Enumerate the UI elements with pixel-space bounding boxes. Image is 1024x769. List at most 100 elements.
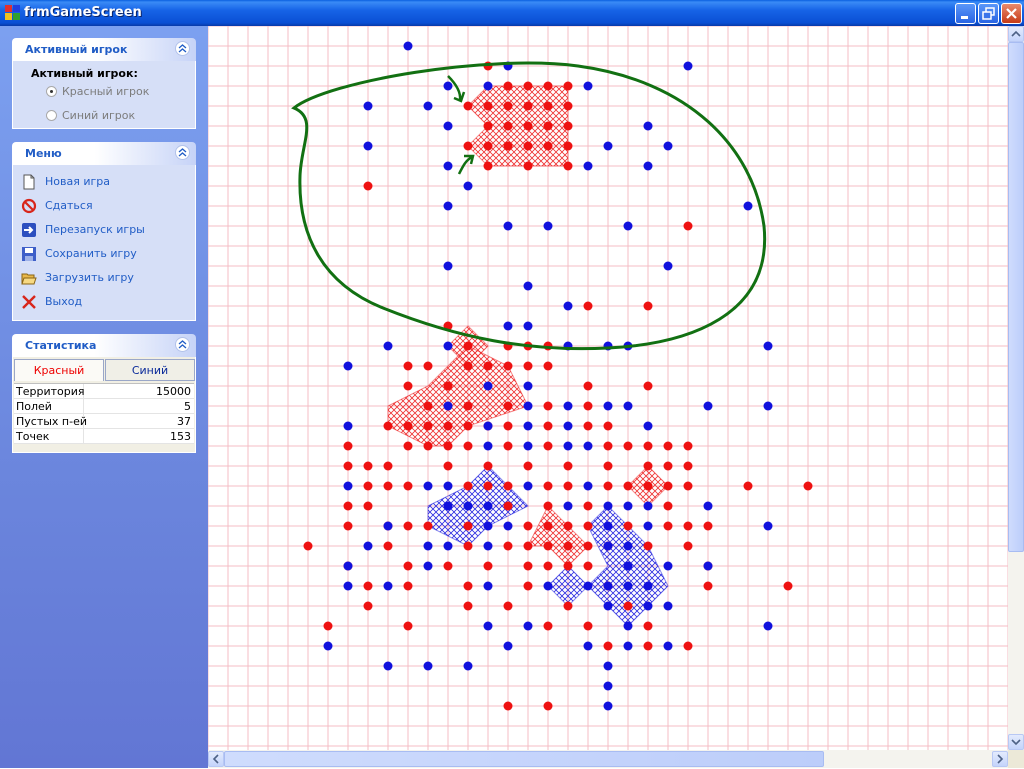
red-point	[643, 461, 653, 471]
scroll-up-button[interactable]	[1008, 26, 1024, 42]
scroll-left-button[interactable]	[208, 751, 224, 767]
red-point	[563, 541, 573, 551]
restore-button[interactable]	[978, 3, 999, 24]
red-point	[463, 141, 473, 151]
blue-point	[763, 621, 773, 631]
red-point	[583, 421, 593, 431]
red-point	[483, 121, 493, 131]
menu-group-header[interactable]: Меню	[12, 142, 196, 165]
red-point	[543, 101, 553, 111]
minimize-button[interactable]	[955, 3, 976, 24]
statistics-group-title: Статистика	[25, 339, 97, 352]
blue-point	[563, 401, 573, 411]
collapse-chevron-icon[interactable]	[175, 145, 190, 160]
menu-restart[interactable]: Перезапуск игры	[19, 221, 191, 239]
collapse-chevron-icon[interactable]	[175, 337, 190, 352]
board-canvas[interactable]	[208, 26, 1008, 750]
horizontal-scroll-thumb[interactable]	[224, 751, 824, 767]
blue-point	[603, 541, 613, 551]
game-board[interactable]	[208, 26, 1008, 750]
blue-point	[503, 321, 513, 331]
close-button[interactable]	[1001, 3, 1022, 24]
scroll-down-button[interactable]	[1008, 734, 1024, 750]
red-point	[523, 101, 533, 111]
red-point	[583, 301, 593, 311]
blue-point	[383, 341, 393, 351]
red-point	[643, 541, 653, 551]
annotation-arrow-bottom	[457, 154, 475, 175]
blue-point	[443, 341, 453, 351]
red-point	[423, 441, 433, 451]
blue-point	[443, 481, 453, 491]
active-player-group: Активный игрок Активный игрок: Красный и…	[12, 38, 196, 129]
vertical-scrollbar[interactable]	[1008, 26, 1024, 750]
blue-point	[443, 161, 453, 171]
tab-red[interactable]: Красный	[14, 359, 104, 381]
red-point	[503, 481, 513, 491]
red-point	[443, 421, 453, 431]
red-point	[663, 521, 673, 531]
blue-point	[523, 401, 533, 411]
blue-point	[563, 421, 573, 431]
blue-point	[623, 501, 633, 511]
menu-surrender[interactable]: Сдаться	[19, 197, 191, 215]
red-point	[703, 521, 713, 531]
radio-red-player[interactable]: Красный игрок	[46, 85, 206, 99]
collapse-chevron-icon[interactable]	[175, 41, 190, 56]
red-point	[543, 561, 553, 571]
red-point	[603, 641, 613, 651]
red-point	[583, 501, 593, 511]
red-point	[343, 521, 353, 531]
statistics-group-header[interactable]: Статистика	[12, 334, 196, 357]
red-point	[423, 361, 433, 371]
table-row: Пустых п-ей 37	[14, 414, 194, 429]
stat-value: 37	[177, 415, 191, 428]
red-point	[383, 461, 393, 471]
red-point	[463, 421, 473, 431]
blue-point	[483, 581, 493, 591]
red-point	[343, 441, 353, 451]
scroll-left-icon	[212, 754, 219, 764]
active-player-label: Активный игрок:	[31, 67, 138, 80]
scroll-right-button[interactable]	[992, 751, 1008, 767]
red-point	[583, 561, 593, 571]
blue-point	[423, 561, 433, 571]
red-point	[403, 521, 413, 531]
menu-exit[interactable]: Выход	[19, 293, 191, 311]
blue-point	[523, 281, 533, 291]
red-point	[463, 601, 473, 611]
blue-point	[443, 81, 453, 91]
blue-point	[563, 301, 573, 311]
red-point	[523, 81, 533, 91]
blue-point	[583, 581, 593, 591]
tab-blue[interactable]: Синий	[105, 359, 195, 381]
restore-icon	[982, 7, 995, 20]
horizontal-scrollbar[interactable]	[208, 750, 1008, 768]
blue-point	[443, 401, 453, 411]
red-point	[543, 401, 553, 411]
blue-point	[643, 501, 653, 511]
red-point	[543, 701, 553, 711]
blue-point	[483, 81, 493, 91]
vertical-scroll-thumb[interactable]	[1008, 42, 1024, 552]
red-captured-region	[387, 345, 529, 447]
red-point	[683, 481, 693, 491]
red-point	[463, 401, 473, 411]
radio-blue-player[interactable]: Синий игрок	[46, 109, 206, 123]
red-point	[463, 521, 473, 531]
menu-save[interactable]: Сохранить игру	[19, 245, 191, 263]
menu-new-game[interactable]: Новая игра	[19, 173, 191, 191]
red-point	[383, 421, 393, 431]
blue-point	[523, 421, 533, 431]
red-point	[563, 161, 573, 171]
red-point	[563, 121, 573, 131]
menu-load[interactable]: Загрузить игру	[19, 269, 191, 287]
blue-point	[603, 601, 613, 611]
blue-point	[323, 641, 333, 651]
active-player-group-header[interactable]: Активный игрок	[12, 38, 196, 61]
red-point	[343, 501, 353, 511]
red-point	[503, 541, 513, 551]
blue-point	[643, 521, 653, 531]
blue-point	[623, 621, 633, 631]
blue-point	[343, 481, 353, 491]
